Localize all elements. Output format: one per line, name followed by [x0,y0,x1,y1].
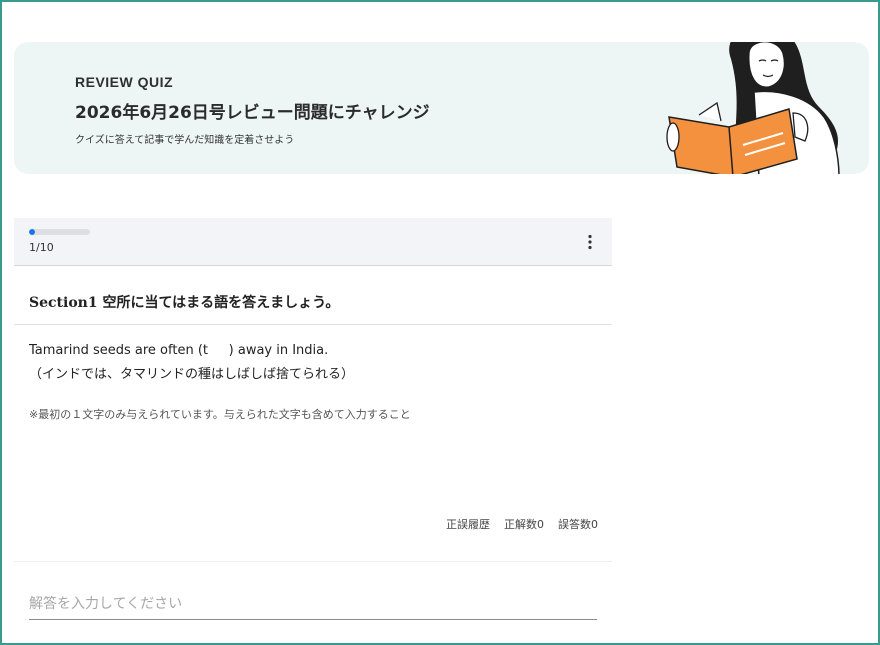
answer-input[interactable] [29,589,597,620]
question-japanese: （インドでは、タマリンドの種はしばしば捨てられる） [29,367,355,382]
progress-header: 1/10 [14,218,612,266]
banner-subtitle: クイズに答えて記事で学んだ知識を定着させよう [75,135,295,146]
review-quiz-banner: REVIEW QUIZ 2026年6月26日号レビュー問題にチャレンジ クイズに… [14,42,869,174]
page-frame: REVIEW QUIZ 2026年6月26日号レビュー問題にチャレンジ クイズに… [0,0,880,645]
wrong-count: 誤答数0 [558,518,598,531]
divider [14,324,612,325]
answer-stats: 正誤履歴 正解数0 誤答数0 [432,516,598,532]
section-title: Section1 空所に当てはまる語を答えましょう。 [29,295,340,311]
history-link[interactable]: 正誤履歴 [446,518,490,531]
more-options-button[interactable] [580,232,600,252]
progress-counter: 1/10 [29,241,54,254]
progress-fill [29,229,36,235]
banner-kicker: REVIEW QUIZ [75,74,174,90]
more-vertical-icon [588,234,592,250]
quiz-card: 1/10 Section1 空所に当てはまる語を答えましょう。 Tamarind… [14,218,612,643]
instruction-note: ※最初の１文字のみ与えられています。与えられた文字も含めて入力すること [29,408,411,421]
banner-title: 2026年6月26日号レビュー問題にチャレンジ [75,103,430,123]
divider [14,561,612,562]
correct-count: 正解数0 [504,518,544,531]
question-english: Tamarind seeds are often (t ) away in In… [29,343,329,358]
progress-track [29,229,90,235]
woman-reading-book-illustration [666,42,840,174]
